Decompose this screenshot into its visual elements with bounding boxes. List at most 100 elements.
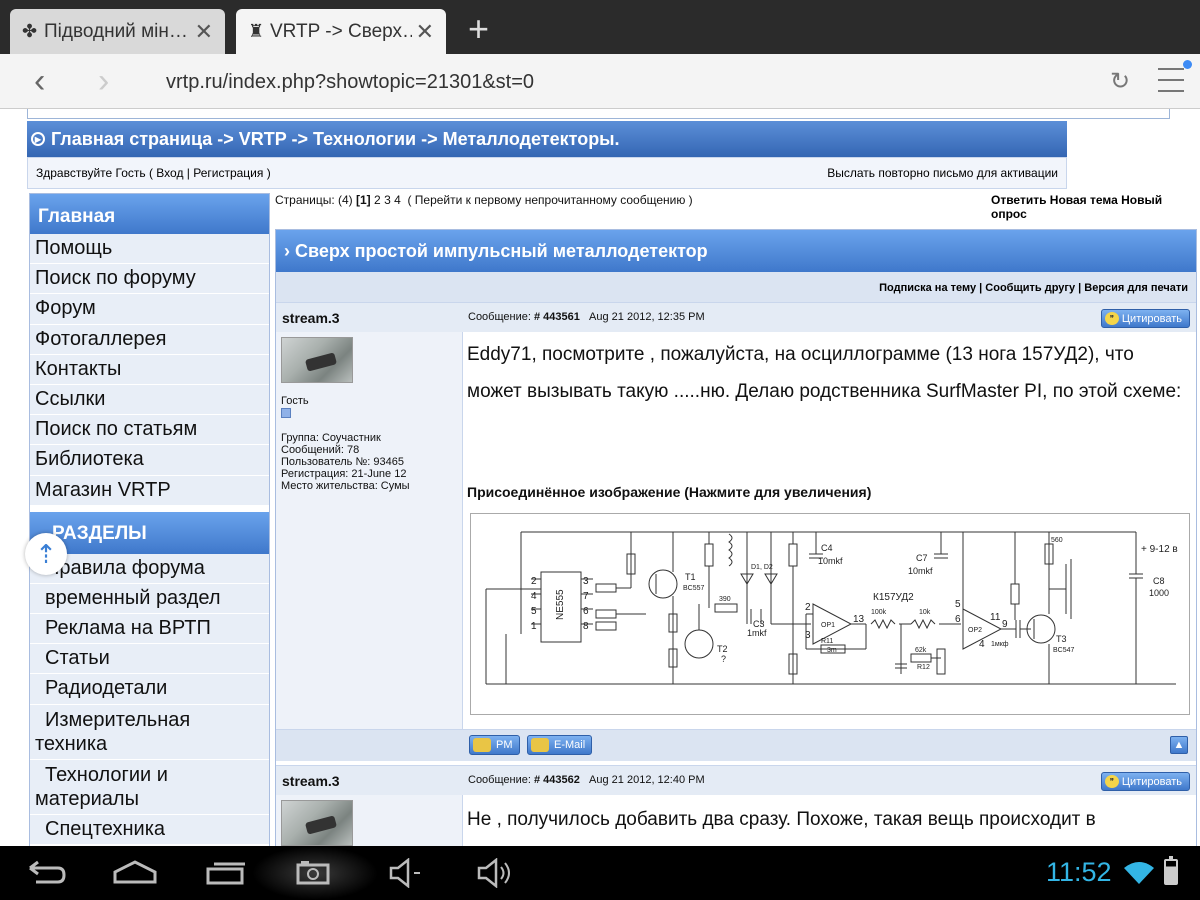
new-tab-button[interactable]: + [468, 8, 489, 50]
menu-icon[interactable] [1158, 68, 1184, 101]
email-button[interactable]: E-Mail [527, 735, 593, 755]
back-arrow-icon[interactable]: ‹ [34, 62, 45, 101]
tab-close-icon[interactable]: ✕ [195, 19, 213, 45]
schematic-label-ne555: NE555 [555, 589, 566, 620]
schematic-image[interactable]: NE555 + 9-12 в C4 10mkf C7 10mkf C3 1mkf… [470, 513, 1190, 715]
resend-activation-link[interactable]: Выслать повторно письмо для активации [827, 166, 1058, 180]
post-number[interactable]: # 443562 [534, 774, 580, 786]
quote-button[interactable]: ❞ Цитировать [1100, 772, 1190, 791]
tab-title: VRTP -> Сверх… [270, 20, 412, 42]
schematic-label-pin3: 3 [805, 630, 811, 641]
post-number[interactable]: # 443561 [534, 311, 580, 323]
user-status-icon [281, 408, 291, 418]
schematic-label-t2-type: ? [721, 654, 726, 664]
sidebar-item-help[interactable]: Помощь [30, 234, 269, 265]
volume-up-icon[interactable] [476, 858, 516, 888]
post-author[interactable]: stream.3 [282, 310, 340, 326]
tab-favicon-icon: ♜ [248, 21, 265, 41]
pm-button[interactable]: PM [469, 735, 520, 755]
recent-apps-icon[interactable] [205, 860, 247, 886]
volume-down-icon[interactable] [388, 858, 422, 888]
schematic-label-pin4: 4 [979, 639, 985, 650]
schematic-label-r10k: 10k [919, 609, 931, 616]
topic-actions[interactable]: Ответить Новая тема Новый опрос [991, 193, 1200, 221]
schematic-label-pin6: 6 [955, 614, 961, 625]
post-meta-label: Сообщение: [468, 311, 531, 323]
schematic-label-ne-pin6: 6 [583, 606, 589, 617]
post-date: Aug 21 2012, 12:40 PM [589, 774, 705, 786]
schematic-label-r560: 560 [1051, 537, 1063, 544]
post-author[interactable]: stream.3 [282, 773, 340, 789]
sidebar-item-radioparts[interactable]: Радиодетали [30, 674, 269, 705]
post-meta: Сообщение: # 443562 Aug 21 2012, 12:40 P… [468, 774, 705, 786]
tab-favicon-icon: ✤ [22, 21, 38, 41]
sidebar-item-temporary[interactable]: временный раздел [30, 583, 269, 615]
wifi-icon [1124, 862, 1154, 884]
sidebar-item-article-search[interactable]: Поиск по статьям [30, 415, 269, 446]
sidebar-item-forum[interactable]: Форум [30, 294, 269, 325]
reload-icon[interactable]: ↻ [1110, 67, 1130, 96]
welcome-text[interactable]: Здравствуйте Гость ( Вход | Регистрация … [36, 166, 271, 180]
post-body: Не , получилось добавить два сразу. Похо… [467, 809, 1096, 830]
user-group: Группа: Соучастник [281, 432, 381, 444]
schematic-label-r11: R11 [821, 638, 833, 645]
topic-tools[interactable]: Подписка на тему | Сообщить другу | Верс… [276, 272, 1196, 302]
schematic-label-ic: К157УД2 [873, 592, 914, 603]
screenshot-icon[interactable] [296, 860, 332, 886]
email-label: E-Mail [554, 739, 586, 751]
page-link-2[interactable]: 2 [374, 193, 381, 207]
menu-notification-dot [1183, 60, 1192, 69]
post-footer: PM E-Mail ▲ [276, 729, 1196, 761]
sidebar-main-header[interactable]: Главная [30, 194, 269, 234]
user-role: Гость [281, 395, 309, 407]
schematic-label-op1: OP1 [821, 622, 835, 629]
sidebar-item-technologies[interactable]: Технологии и материалы [30, 759, 269, 815]
schematic-label-t2: T2 [717, 644, 728, 654]
schematic-label-r100k: 100k [871, 609, 887, 616]
back-to-top-icon[interactable]: ▲ [1170, 736, 1188, 754]
breadcrumb-text[interactable]: Главная страница -> VRTP -> Технологии -… [51, 129, 620, 150]
sidebar: Главная Помощь Поиск по форуму Форум Фот… [29, 193, 270, 846]
sidebar-item-forum-search[interactable]: Поиск по форуму [30, 264, 269, 295]
browser-tab-2-active[interactable]: ♜ VRTP -> Сверх… ✕ [236, 9, 446, 54]
page-link-4[interactable]: 4 [394, 193, 401, 207]
first-unread-link[interactable]: ( Перейти к первому непрочитанному сообщ… [407, 193, 692, 207]
schematic-label-ne-pin1: 1 [531, 621, 537, 632]
home-icon[interactable] [112, 860, 158, 886]
sidebar-item-gallery[interactable]: Фотогаллерея [30, 324, 269, 355]
sidebar-item-shop[interactable]: Магазин VRTP [30, 475, 269, 506]
sidebar-item-special[interactable]: Спецтехника [30, 814, 269, 845]
schematic-label-diodes: D1, D2 [751, 564, 773, 571]
schematic-label-pin13: 13 [853, 614, 865, 625]
topic-container: › Сверх простой импульсный металлодетект… [275, 229, 1197, 846]
tab-close-icon[interactable]: ✕ [416, 19, 434, 45]
sidebar-item-contacts[interactable]: Контакты [30, 354, 269, 385]
post-body: Eddy71, посмотрите , пожалуйста, на осци… [467, 344, 1182, 402]
browser-tab-1[interactable]: ✤ Підводний мін… ✕ [10, 9, 225, 54]
schematic-label-c4: C4 [821, 543, 833, 553]
current-page: [1] [356, 193, 371, 207]
url-field[interactable]: vrtp.ru/index.php?showtopic=21301&st=0 [166, 71, 534, 94]
sidebar-item-measuring[interactable]: Измерительная техника [30, 704, 269, 760]
sidebar-item-library[interactable]: Библиотека [30, 445, 269, 476]
back-icon[interactable] [24, 860, 68, 886]
sidebar-item-articles[interactable]: Статьи [30, 644, 269, 675]
topic-bullet-icon: › [284, 241, 290, 261]
post-meta: Сообщение: # 443561 Aug 21 2012, 12:35 P… [468, 311, 705, 323]
sidebar-item-ads[interactable]: Реклама на ВРТП [30, 614, 269, 645]
header-frame [27, 109, 1170, 119]
pages-prefix: Страницы: (4) [275, 193, 353, 207]
quote-button[interactable]: ❞ Цитировать [1100, 309, 1190, 328]
scroll-up-icon[interactable]: ⇡ [25, 533, 67, 575]
welcome-bar: Здравствуйте Гость ( Вход | Регистрация … [27, 157, 1067, 189]
schematic-label-pin9: 9 [1002, 619, 1008, 630]
schematic-label-c4-value: 10mkf [818, 556, 843, 566]
quote-icon: ❞ [1104, 775, 1119, 788]
attachment-title[interactable]: Присоединённое изображение (Нажмите для … [467, 484, 871, 500]
avatar [281, 337, 353, 383]
page-link-3[interactable]: 3 [384, 193, 391, 207]
forward-arrow-icon[interactable]: › [98, 62, 109, 101]
avatar [281, 800, 353, 846]
tab-title: Підводний мін… [44, 20, 188, 42]
sidebar-item-links[interactable]: Ссылки [30, 384, 269, 416]
